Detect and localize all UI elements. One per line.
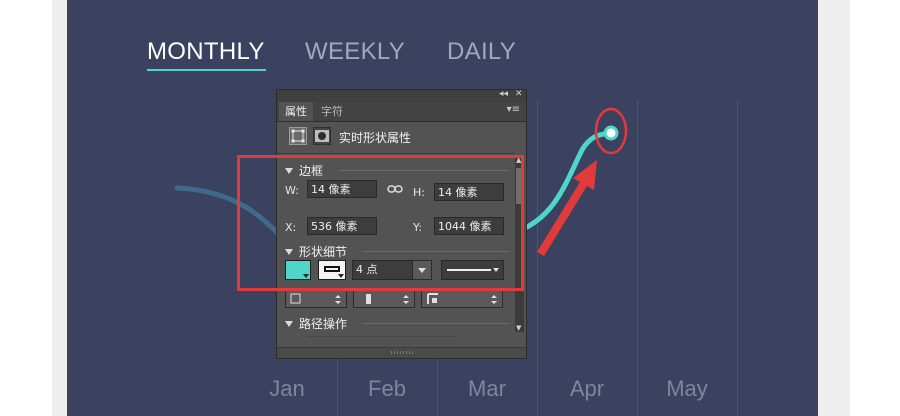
close-icon[interactable]: ✕ [515,89,523,99]
collapse-icon[interactable]: ◂◂ [499,89,508,99]
panel-header: 实时形状属性 [277,124,514,148]
align-stroke-control[interactable] [285,290,347,308]
series-line [522,130,614,231]
panel-topbar: ◂◂ ✕ [277,89,526,102]
left-margin [52,0,67,416]
section-rule [363,323,509,324]
transform-icon[interactable] [289,127,307,145]
resize-grip-icon[interactable] [391,351,413,354]
tab-properties[interactable]: 属性 [279,102,313,121]
right-margin [818,0,850,416]
cap-type-control[interactable] [353,290,415,308]
corner-type-control[interactable] [421,290,503,308]
panel-tab-row: 属性 字符 ▾≡ [277,102,526,122]
section-path-header[interactable]: 路径操作 [285,315,347,332]
tab-character[interactable]: 字符 [315,102,349,121]
divider [277,153,514,154]
panel-menu-icon[interactable]: ▾≡ [507,104,520,115]
section-label: 路径操作 [299,317,348,331]
annotation-highlight-box [237,155,524,291]
highlighted-data-point [603,125,619,141]
expand-triangle-icon [285,321,293,327]
panel-footer [277,347,526,358]
section-rule [307,336,457,337]
scroll-down-icon[interactable]: ▼ [516,324,521,332]
mask-icon[interactable] [313,127,331,145]
panel-title: 实时形状属性 [339,131,412,145]
